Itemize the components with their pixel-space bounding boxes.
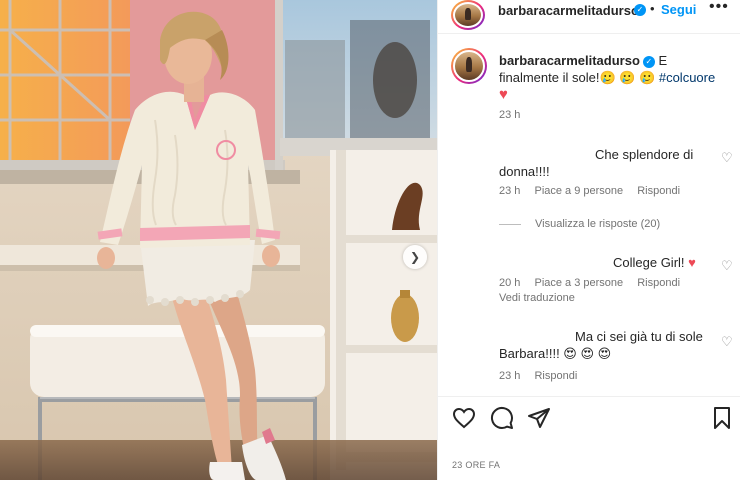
comment-time[interactable]: 23 h	[499, 185, 520, 197]
paper-plane-icon[interactable]	[527, 406, 551, 430]
post-side-panel: barbaracarmelitadurso ✓ • Segui ••• barb…	[437, 0, 740, 480]
comment-meta: 20 h Piace a 3 persone Rispondi	[499, 277, 691, 289]
reply-button[interactable]: Rispondi	[637, 185, 680, 197]
header-username[interactable]: barbaracarmelitadurso	[498, 3, 639, 18]
comment-time[interactable]: 20 h	[499, 277, 520, 289]
action-bar	[438, 396, 740, 436]
next-photo-button[interactable]: ❯	[403, 245, 427, 269]
heart-icon[interactable]: ♡	[721, 258, 733, 274]
post-date[interactable]: 23 ORE FA	[452, 460, 500, 470]
comment-icon[interactable]	[490, 406, 514, 430]
comment-text-line1: Ma ci sei già tu di sole	[575, 329, 703, 344]
more-options-icon[interactable]: •••	[709, 0, 729, 16]
separator-dot: •	[650, 1, 655, 16]
see-translation-button[interactable]: Vedi traduzione	[499, 292, 575, 304]
view-replies-label: Visualizza le risposte (20)	[535, 218, 661, 230]
heart-icon[interactable]: ♡	[721, 334, 733, 350]
caption-text-block: barbaracarmelitadurso ✓ E finalmente il s…	[499, 52, 724, 103]
verified-badge-icon: ✓	[634, 4, 646, 16]
comment-text-line1: Che splendore di	[595, 147, 694, 162]
verified-badge-icon: ✓	[642, 55, 655, 68]
comment-text-line2: donna!!!!	[499, 164, 550, 179]
follow-button[interactable]: Segui	[661, 2, 696, 17]
comment-likes[interactable]: Piace a 3 persone	[534, 277, 623, 289]
red-heart-emoji: ♥	[499, 86, 508, 103]
heart-icon[interactable]: ♡	[721, 150, 733, 166]
caption-hashtag[interactable]: #colcuore	[659, 70, 715, 85]
comment-avatar[interactable]	[452, 332, 484, 364]
comment-time[interactable]: 23 h	[499, 370, 520, 382]
comment-meta: 23 h Rispondi	[499, 370, 588, 382]
post-header: barbaracarmelitadurso ✓ • Segui •••	[438, 0, 740, 34]
caption-username[interactable]: barbaracarmelitadurso	[499, 53, 640, 68]
reply-button[interactable]: Rispondi	[534, 370, 577, 382]
caption-avatar[interactable]	[451, 48, 487, 84]
comment-avatar[interactable]	[452, 250, 484, 282]
comment-text: College Girl! ♥	[613, 254, 696, 271]
avatar[interactable]	[451, 0, 485, 30]
bookmark-icon[interactable]	[710, 406, 734, 430]
heart-icon[interactable]	[452, 406, 476, 430]
post-photo[interactable]: ❯	[0, 0, 437, 480]
comment-text-value: College Girl!	[613, 255, 689, 270]
comment-avatar[interactable]	[452, 144, 484, 176]
red-heart-emoji: ♥	[688, 255, 696, 270]
view-replies-button[interactable]: Visualizza le risposte (20)	[499, 218, 660, 230]
comment-likes[interactable]: Piace a 9 persone	[534, 185, 623, 197]
comment-meta: 23 h Piace a 9 persone Rispondi	[499, 185, 691, 197]
chevron-right-icon: ❯	[409, 250, 421, 264]
divider-line	[499, 223, 521, 225]
photo-illustration	[0, 0, 437, 480]
comment-text-line2: Barbara!!!! 😍 😍 😍	[499, 346, 612, 361]
caption-time[interactable]: 23 h	[499, 109, 520, 121]
reply-button[interactable]: Rispondi	[637, 277, 680, 289]
